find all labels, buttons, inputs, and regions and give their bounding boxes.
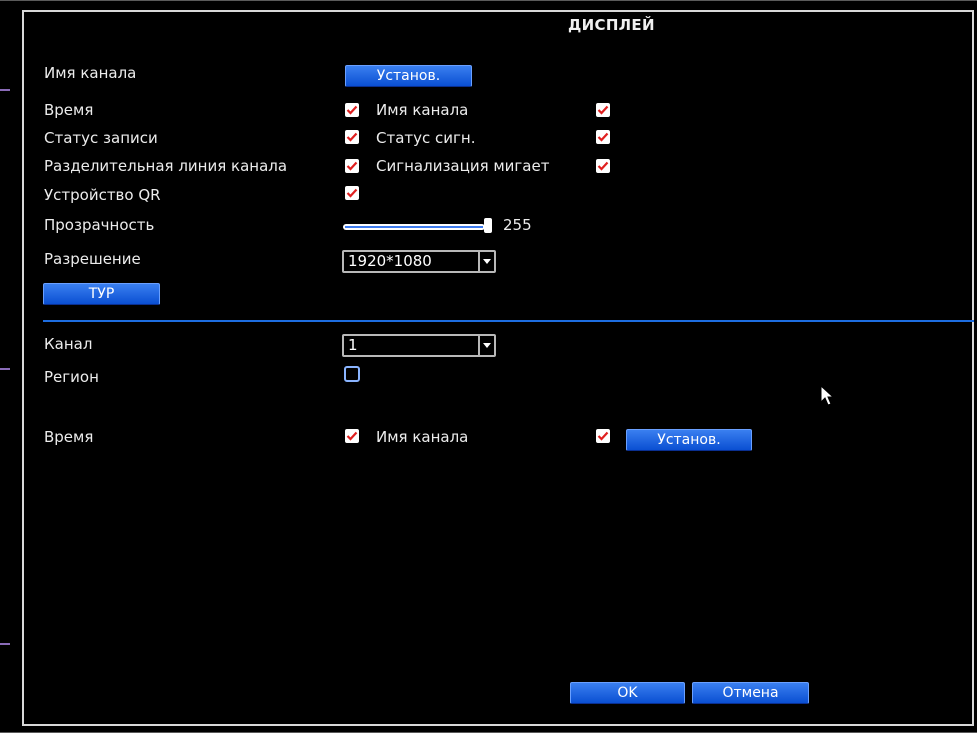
resolution-value: 1920*1080 [348, 252, 432, 270]
region-label: Регион [44, 368, 99, 386]
bottom-set-button[interactable]: Установ. [626, 429, 752, 451]
ok-button[interactable]: OK [570, 682, 685, 704]
channel-label: Канал [44, 335, 93, 353]
transparency-slider[interactable] [343, 224, 485, 230]
checkmark-icon [597, 431, 609, 441]
mouse-pointer-icon [820, 384, 836, 411]
bottom-channel-name-checkbox[interactable] [596, 429, 610, 443]
tour-button[interactable]: ТУР [43, 283, 160, 305]
checkmark-icon [597, 105, 609, 115]
alarm-blink-label: Сигнализация мигает [376, 157, 550, 175]
alarm-status-label: Статус сигн. [376, 129, 476, 147]
checkmark-icon [346, 132, 358, 142]
resolution-label: Разрешение [44, 250, 141, 268]
dialog-title: ДИСПЛЕЙ [568, 16, 655, 34]
alarm-status-checkbox[interactable] [596, 130, 610, 144]
qr-label: Устройство QR [44, 186, 161, 204]
checkmark-icon [597, 132, 609, 142]
bottom-time-label: Время [44, 428, 94, 446]
transparency-label: Прозрачность [44, 216, 155, 234]
resolution-select[interactable]: 1920*1080 [342, 250, 496, 273]
channel-name-cb-label: Имя канала [376, 101, 469, 119]
divider-line-label: Разделительная линия канала [44, 157, 288, 175]
dvr-window [0, 0, 977, 733]
record-status-checkbox[interactable] [345, 130, 359, 144]
cancel-button[interactable]: Отмена [692, 682, 809, 704]
channel-name-label: Имя канала [44, 64, 137, 82]
edge-marker [0, 643, 10, 645]
bottom-time-checkbox[interactable] [345, 429, 359, 443]
checkmark-icon [346, 161, 358, 171]
transparency-value: 255 [503, 216, 532, 234]
chevron-down-icon[interactable] [478, 336, 494, 355]
checkmark-icon [597, 161, 609, 171]
transparency-slider-handle[interactable] [484, 218, 492, 233]
checkmark-icon [346, 105, 358, 115]
divider-line-checkbox[interactable] [345, 159, 359, 173]
record-status-label: Статус записи [44, 129, 158, 147]
qr-checkbox[interactable] [345, 186, 359, 200]
section-divider [43, 320, 974, 322]
checkmark-icon [346, 188, 358, 198]
checkmark-icon [346, 431, 358, 441]
bottom-channel-name-label: Имя канала [376, 428, 469, 446]
chevron-down-icon[interactable] [478, 252, 494, 271]
region-checkbox[interactable] [344, 366, 360, 382]
alarm-blink-checkbox[interactable] [596, 159, 610, 173]
time-checkbox[interactable] [345, 103, 359, 117]
channel-select[interactable]: 1 [342, 334, 496, 357]
channel-name-checkbox[interactable] [596, 103, 610, 117]
edge-marker [0, 89, 10, 91]
time-label: Время [44, 101, 94, 119]
edge-marker [0, 368, 10, 370]
display-dialog [22, 10, 974, 726]
channel-name-set-button[interactable]: Установ. [345, 65, 472, 87]
channel-value: 1 [348, 336, 358, 354]
